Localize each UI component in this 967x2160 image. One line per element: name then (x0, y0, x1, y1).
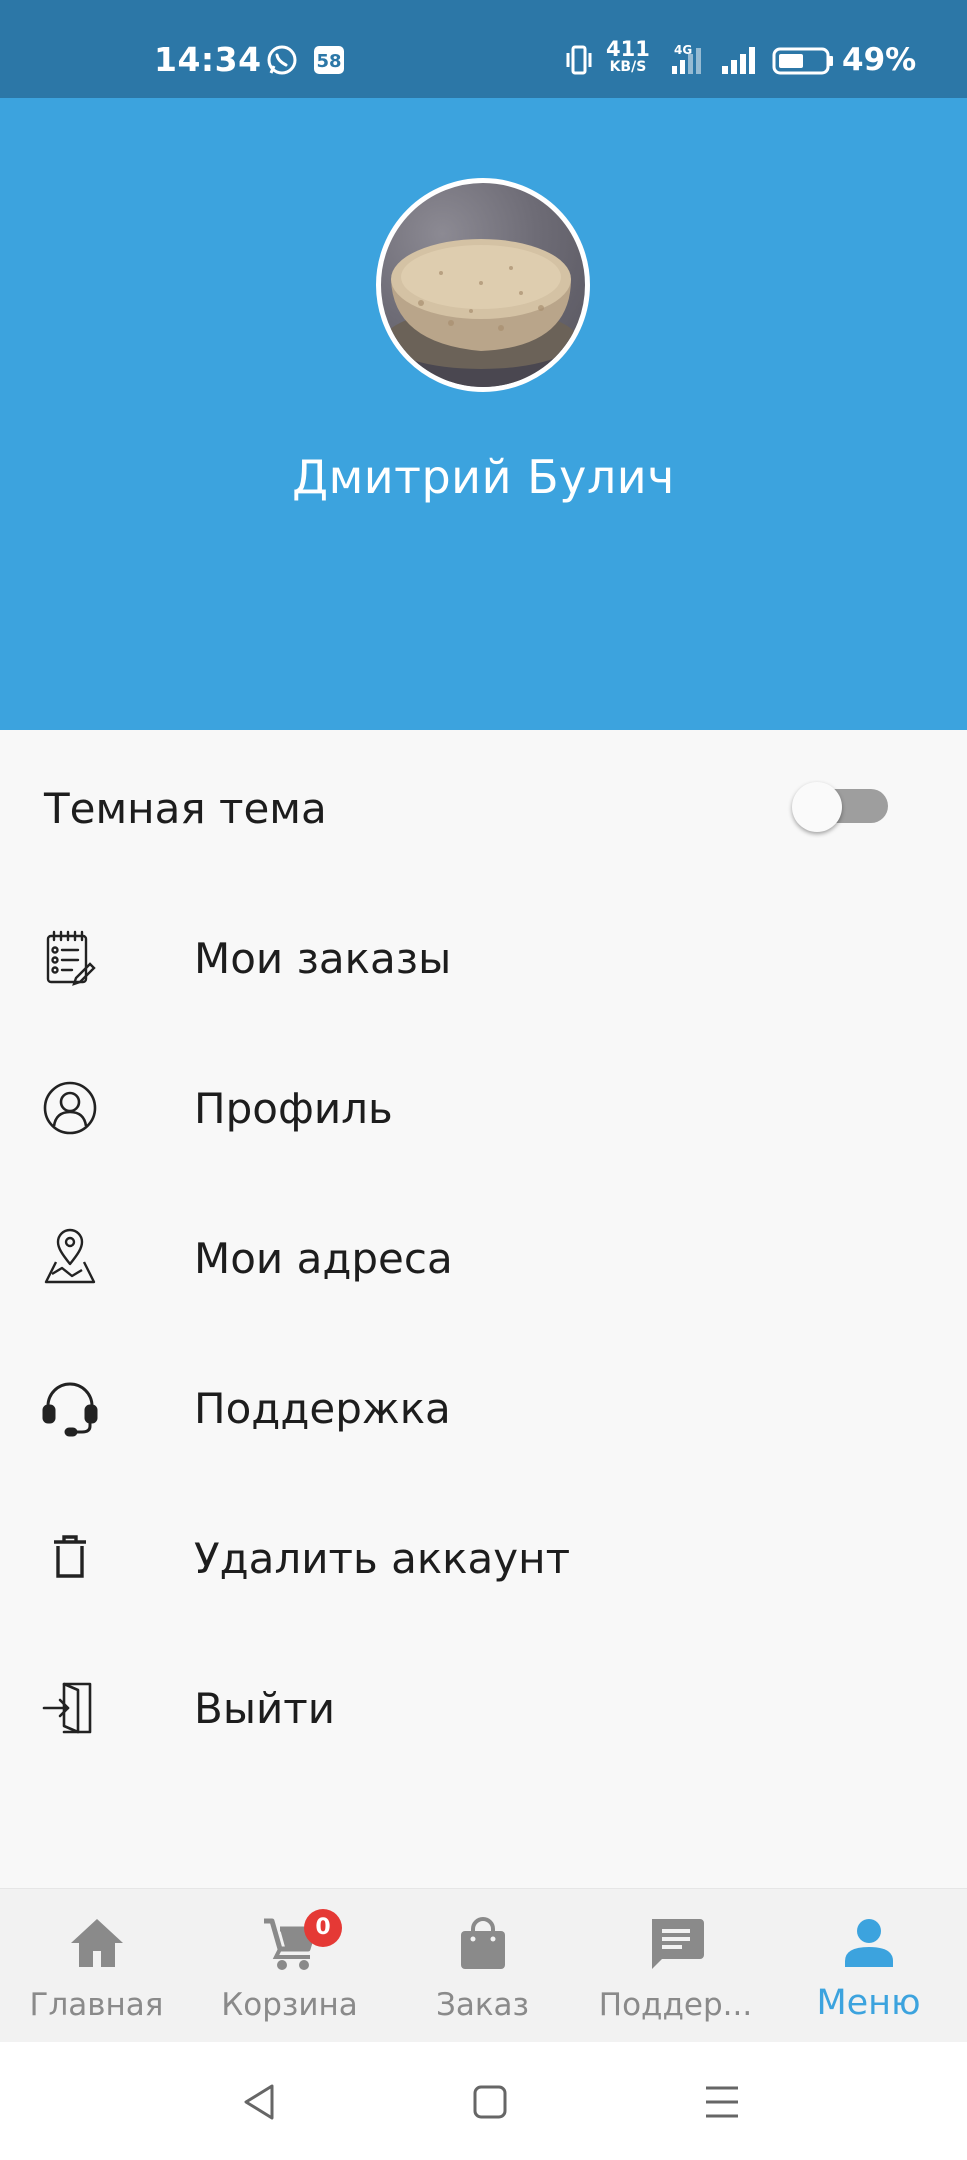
back-icon[interactable] (238, 2080, 282, 2124)
trash-icon (40, 1528, 100, 1588)
nav-item-menu[interactable]: Меню (772, 1889, 965, 2043)
status-bar: 14:34 58 411 KB/S 4G 49% (0, 0, 967, 98)
map-pin-icon (40, 1228, 100, 1288)
net-speed-unit: KB/S (609, 59, 647, 75)
dark-theme-row: Темная тема (0, 730, 967, 880)
menu-item-addresses[interactable]: Мои адреса (0, 1180, 967, 1330)
app-notification-icon: 58 (312, 44, 346, 80)
home-button-icon[interactable] (468, 2080, 512, 2124)
nav-label: Заказ (435, 1987, 530, 2023)
menu-item-logout[interactable]: Выйти (0, 1630, 967, 1780)
menu-item-label: Профиль (194, 1084, 393, 1133)
cake-photo (381, 239, 585, 387)
vibrate-icon (564, 44, 594, 80)
menu-item-profile[interactable]: Профиль (0, 1030, 967, 1180)
profile-icon (40, 1078, 100, 1138)
nav-label: Главная (29, 1987, 164, 2023)
menu-item-label: Мои адреса (194, 1234, 453, 1283)
net-speed: 411 KB/S (606, 37, 650, 76)
status-time: 14:34 (154, 40, 262, 79)
battery-icon (772, 47, 834, 79)
nav-item-order[interactable]: Заказ (386, 1889, 579, 2043)
profile-header: Дмитрий Булич (0, 98, 967, 730)
cart-badge: 0 (304, 1909, 342, 1947)
menu-item-label: Выйти (194, 1684, 336, 1733)
person-icon (772, 1913, 965, 1973)
nav-label: Поддер... (598, 1987, 753, 2023)
chat-icon (579, 1913, 772, 1973)
dark-theme-toggle[interactable] (792, 782, 890, 832)
headset-icon (40, 1378, 100, 1438)
shopping-bag-icon (386, 1913, 579, 1973)
nav-item-home[interactable]: Главная (0, 1889, 193, 2043)
avatar[interactable] (376, 178, 590, 392)
menu-item-delete-account[interactable]: Удалить аккаунт (0, 1480, 967, 1630)
user-name: Дмитрий Булич (292, 450, 675, 504)
nav-item-cart[interactable]: Корзина (193, 1889, 386, 2043)
menu-item-support[interactable]: Поддержка (0, 1330, 967, 1480)
system-navigation-bar (0, 2042, 967, 2160)
menu-item-label: Мои заказы (194, 934, 452, 983)
battery-percent: 49% (842, 42, 917, 78)
signal-4g-icon: 4G (664, 42, 710, 80)
svg-text:58: 58 (316, 51, 341, 72)
nav-item-support[interactable]: Поддер... (579, 1889, 772, 2043)
toggle-knob (792, 782, 842, 832)
dark-theme-label: Темная тема (44, 784, 327, 833)
nav-label: Корзина (221, 1987, 358, 2023)
home-icon (0, 1913, 193, 1973)
orders-icon (40, 928, 100, 988)
menu-item-label: Поддержка (194, 1384, 451, 1433)
signal-icon (718, 44, 760, 80)
net-speed-value: 411 (606, 37, 650, 61)
nav-label: Меню (816, 1983, 921, 2023)
menu-item-orders[interactable]: Мои заказы (0, 880, 967, 1030)
menu-item-label: Удалить аккаунт (194, 1534, 571, 1583)
bottom-navigation: Главная Корзина 0 Заказ Поддер... Меню (0, 1888, 967, 2042)
cart-icon (193, 1913, 386, 1973)
whatsapp-icon (266, 44, 298, 80)
logout-icon (40, 1678, 100, 1738)
recents-menu-icon[interactable] (700, 2080, 744, 2124)
